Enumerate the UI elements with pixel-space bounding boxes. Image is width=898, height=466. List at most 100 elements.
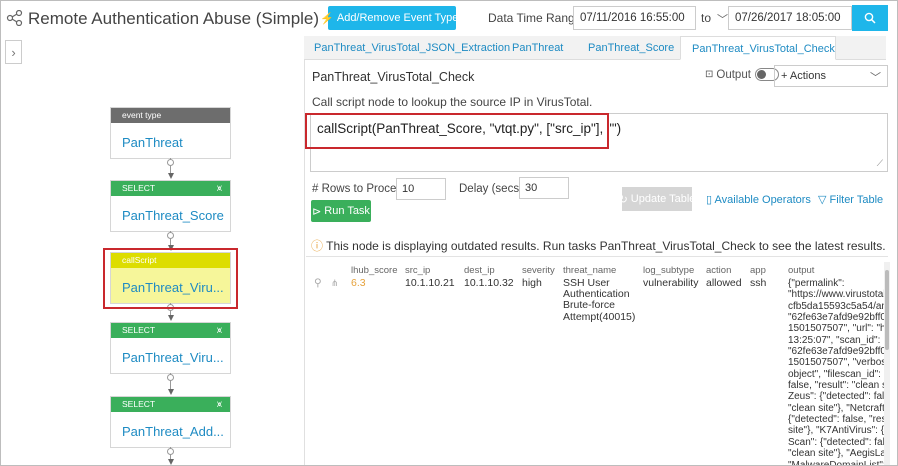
output-line: object", "filescan_id": r [788,368,884,380]
table-top-divider [306,256,888,257]
col-header-output[interactable]: output [788,265,814,276]
output-line: Zeus": {"detected": fals [788,391,884,403]
highlight-box-callscript [103,248,238,309]
col-header-app[interactable]: app [750,265,766,276]
tab-panthreat[interactable]: PanThreat [512,36,563,60]
expand-sidebar-button[interactable]: › [5,40,22,64]
refresh-icon: ↻ [622,193,628,206]
cell-app: ssh [750,277,767,289]
chevron-down-icon: ﹀ [870,72,881,84]
col-header-severity[interactable]: severity [522,265,555,276]
to-label: to [701,11,712,25]
cell-threat-name: SSH User Authentication Brute-force Atte… [563,277,636,323]
output-line: Scan": {"detected": fals [788,436,884,448]
resize-grip-icon[interactable]: ⟋ [877,158,883,169]
hierarchy-icon[interactable]: ⋔ [331,278,339,289]
pipeline-connector-dot [167,374,174,381]
chevron-down-icon[interactable]: ﹀ [717,11,728,27]
output-label: Output [716,68,751,81]
delay-input[interactable]: 30 [519,177,569,199]
date-from-input[interactable]: 07/11/2016 16:55:00 [573,6,696,30]
pipeline-arrow [167,173,174,179]
update-table-label: Update Table [630,193,692,205]
output-line: "62fe63e7afd9e92bff0 [788,346,884,358]
actions-dropdown[interactable]: + Actions ﹀ [774,65,888,87]
cell-action: allowed [706,277,742,289]
page-title: Remote Authentication Abuse (Simple) [28,9,320,28]
output-line: 13:25:07", "scan_id": [788,334,881,346]
hierarchy-icon: ⩙ [216,399,222,409]
available-operators-link[interactable]: ▯ Available Operators [706,193,811,206]
date-time-range-label: Data Time Range [488,11,582,25]
output-line: site"}, "K7AntiVirus": { [788,425,884,437]
pipeline-node-name: PanThreat_Add... [122,424,224,439]
output-line: {"detected": false, "res [788,414,884,426]
delay-label: Delay (secs) [459,183,523,195]
warning-text: This node is displaying outdated results… [326,239,886,253]
cell-severity: high [522,277,542,289]
pipeline-arrow [167,459,174,465]
rows-to-process-label: # Rows to Process [312,183,408,195]
output-line: 1501507507", "verbos [788,357,884,369]
pipeline-arrow [167,315,174,321]
output-icon: ⊡ [705,69,714,80]
hierarchy-icon: ⩙ [216,325,222,335]
col-header-action[interactable]: action [706,265,731,276]
pipeline-node[interactable]: SELECT ⩙ PanThreat_Viru... [110,322,231,374]
pipeline-node[interactable]: event type PanThreat [110,107,231,159]
table-scrollbar-thumb[interactable] [885,270,889,350]
output-line: "62fe63e7afd9e92bff0 [788,312,884,324]
col-header-lhub-score[interactable]: lhub_score [351,265,397,276]
node-description: Call script node to lookup the source IP… [312,95,593,109]
outdated-warning: ⓘ This node is displaying outdated resul… [311,237,886,254]
pipeline-node-type: event type [111,108,230,123]
col-header-threat-name[interactable]: threat_name [563,265,616,276]
update-table-button[interactable]: ↻ Update Table [622,187,692,211]
pipeline-connector-dot [167,448,174,455]
filter-table-link[interactable]: ▽ Filter Table [818,193,883,206]
pipeline-node-type: SELECT ⩙ [111,323,230,338]
threat-name-line: Attempt(40015) [563,310,636,323]
pipeline-connector-dot [167,159,174,166]
col-header-dest-ip[interactable]: dest_ip [464,265,495,276]
tab-panthreat-score[interactable]: PanThreat_Score [588,36,674,60]
search-icon [864,12,876,24]
cell-dest-ip: 10.1.10.32 [464,277,514,289]
lightning-icon: ⚡ [320,12,334,25]
pipeline-arrow [167,389,174,395]
col-header-src-ip[interactable]: src_ip [405,265,430,276]
chevron-right-icon: › [11,44,16,60]
output-line: "MalwareDomainList": [788,459,884,466]
rows-to-process-input[interactable]: 10 [396,178,446,200]
date-to-input[interactable]: 07/26/2017 18:05:00 [728,6,852,30]
pin-icon[interactable]: ⚲ [314,277,322,289]
pipeline-node[interactable]: SELECT ⩙ PanThreat_Add... [110,396,231,448]
book-icon: ▯ [706,194,713,206]
col-header-log-subtype[interactable]: log_subtype [643,265,694,276]
filter-icon: ▽ [818,194,827,206]
run-task-button[interactable]: ⊳ Run Task [311,200,371,222]
output-line: 1501507507", "url": "h [788,323,884,335]
tab-virustotal-check[interactable]: PanThreat_VirusTotal_Check [680,36,836,60]
output-toggle[interactable]: ⊡ Output [705,68,779,81]
add-remove-label: Add/Remove Event Types [336,12,464,24]
warning-icon: ⓘ [311,239,324,253]
cell-log-subtype: vulnerability [643,277,699,289]
add-remove-event-types-button[interactable]: ⚡ Add/Remove Event Types [320,6,464,30]
pipeline-node-name: PanThreat_Score [122,208,224,223]
highlight-box-code [305,113,609,149]
output-line: cfb5da15593c5a54/an [788,300,884,312]
search-button[interactable] [852,5,888,31]
tab-virustotal-json-extraction[interactable]: PanThreat_VirusTotal_JSON_Extraction [314,36,510,60]
pipeline-node[interactable]: SELECT ⩙ PanThreat_Score [110,180,231,232]
output-line: false, "result": "clean s [788,380,884,392]
run-task-label: Run Task [324,205,370,217]
pipeline-node-name: PanThreat [122,135,183,150]
output-line: {"permalink": [788,278,845,289]
output-line: "https://www.virustotal [788,289,884,301]
threat-name-line: Brute-force [563,299,615,312]
pipeline-connector-dot [167,232,174,239]
cell-output: {"permalink": "https://www.virustotal cfb5… [788,278,884,466]
pipeline-node-type: SELECT ⩙ [111,397,230,412]
panel-divider [304,36,305,466]
